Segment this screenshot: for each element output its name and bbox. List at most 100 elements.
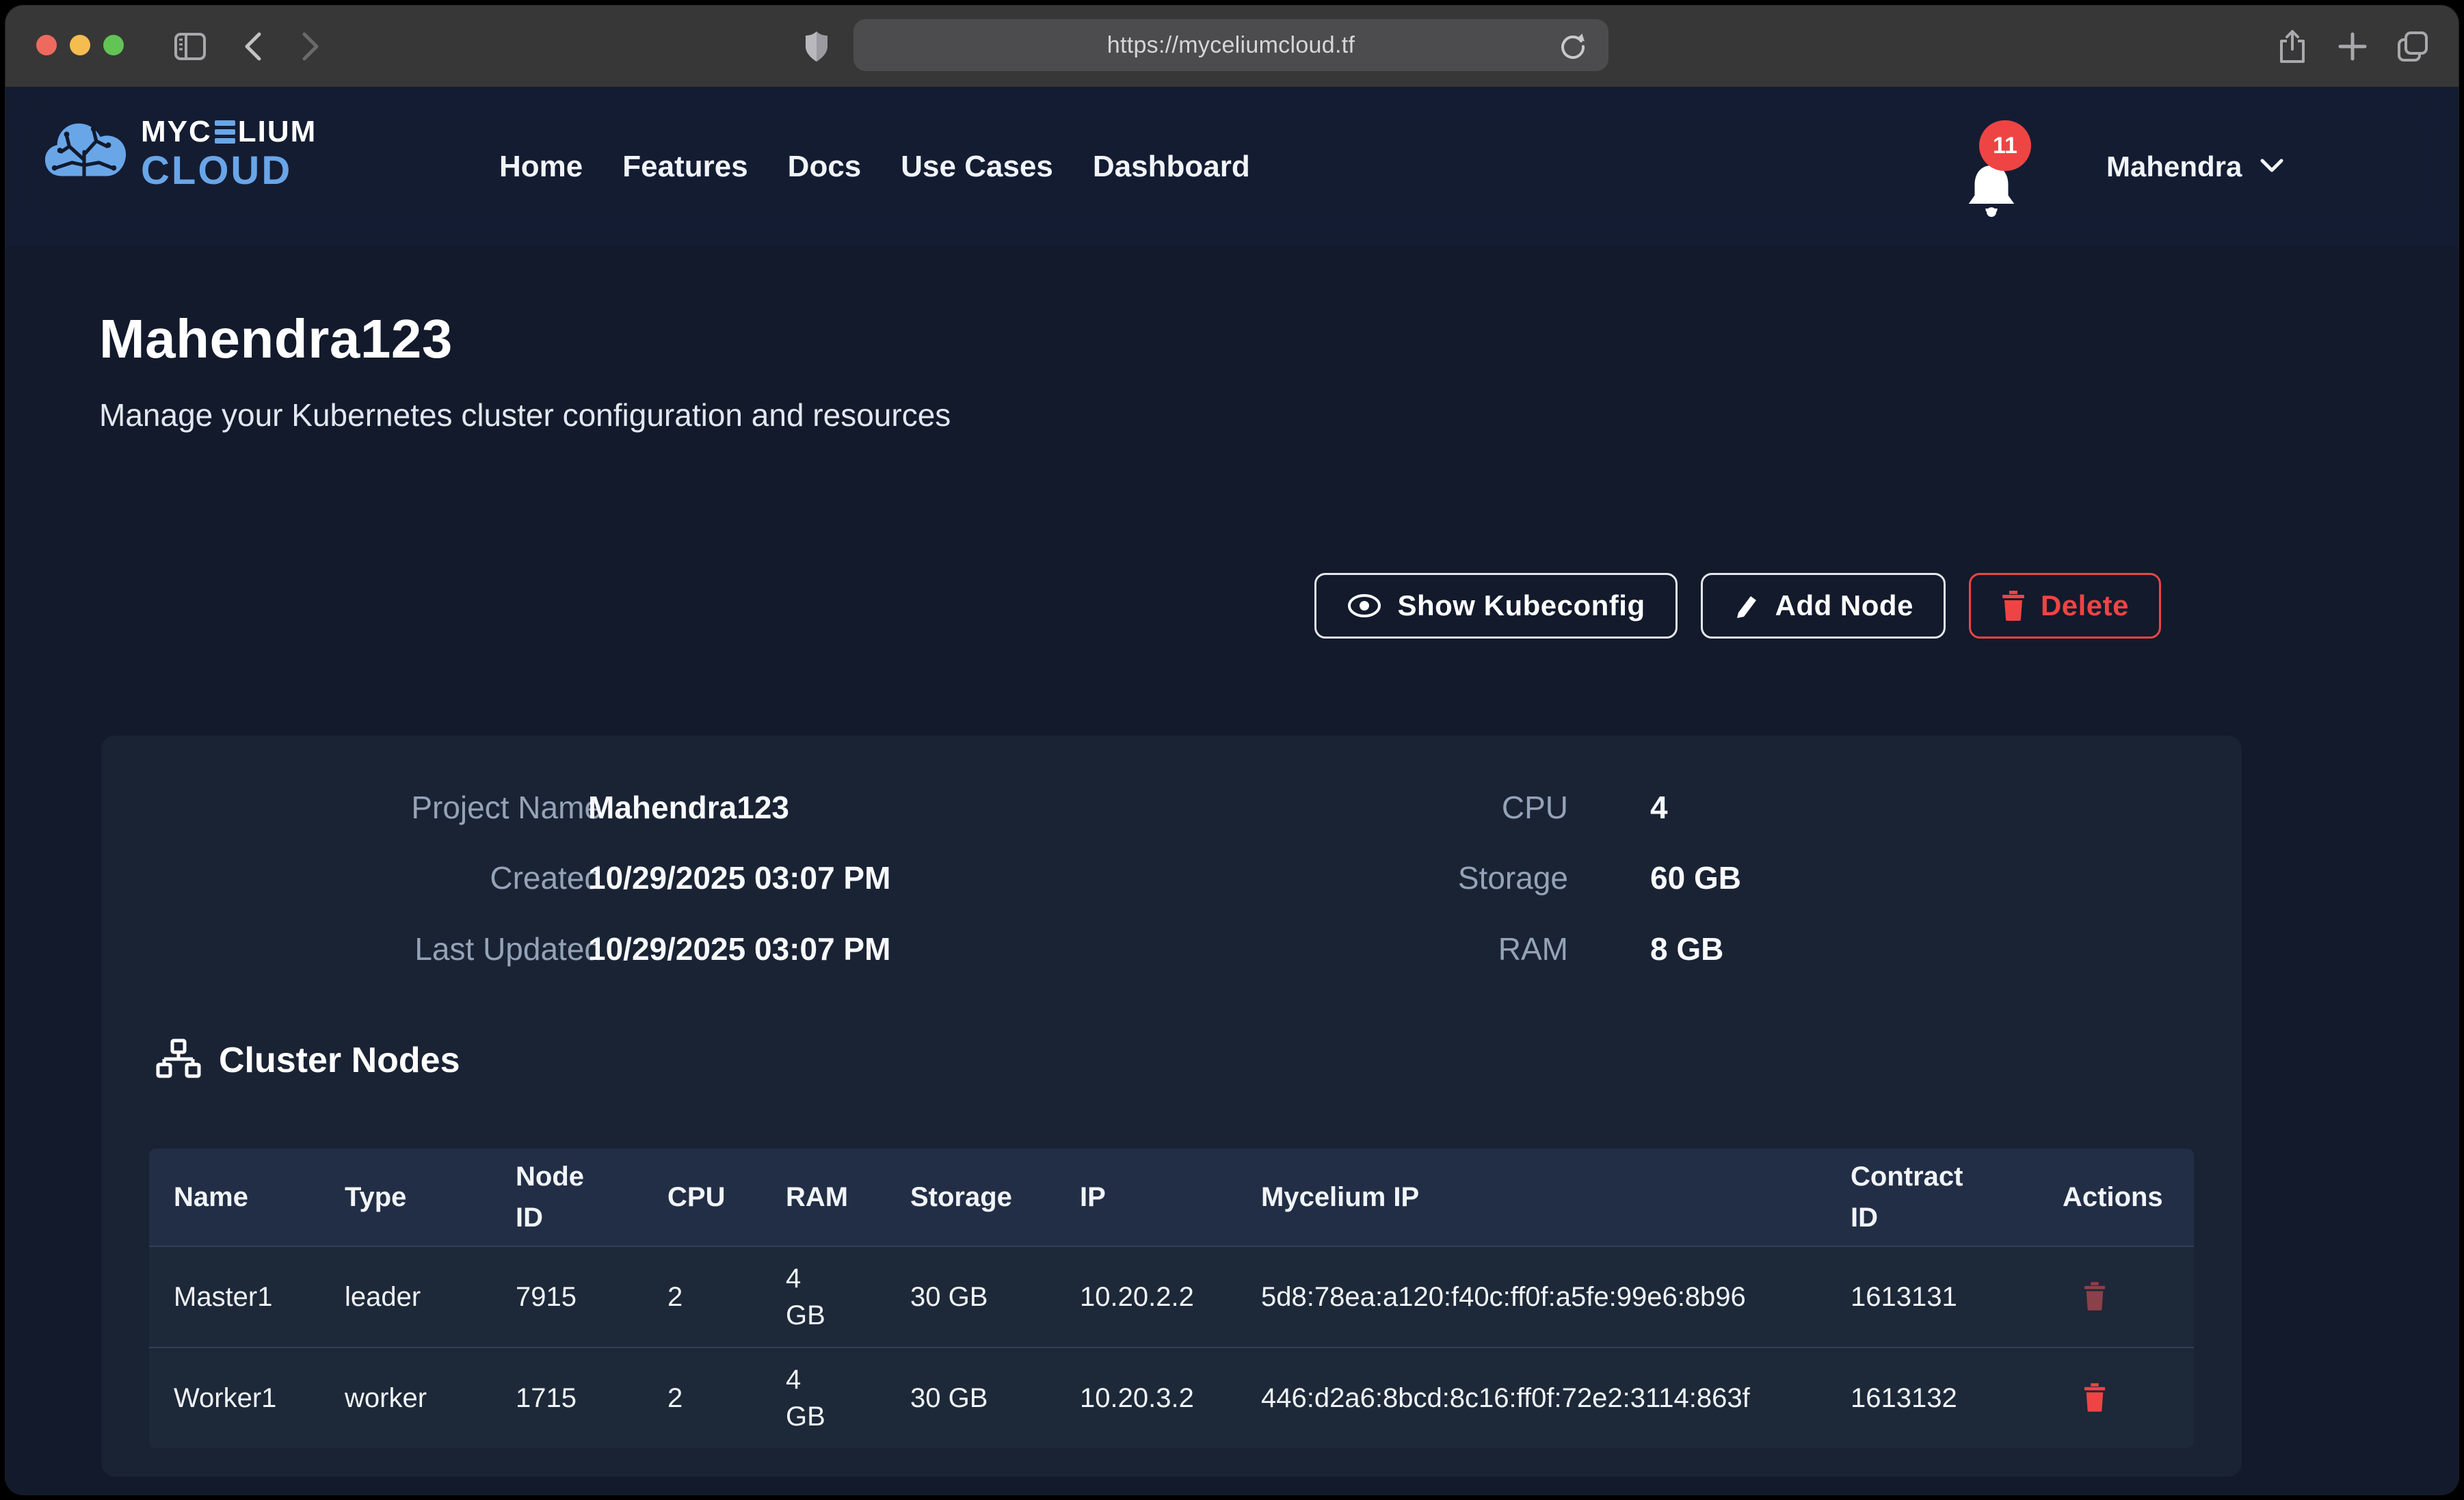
pencil-icon — [1733, 591, 1760, 621]
node-ip: 10.20.2.2 — [1055, 1247, 1236, 1347]
storage-value: 60 GB — [1650, 859, 1741, 896]
forward-button-icon[interactable] — [293, 29, 328, 64]
browser-chrome-bar: https://myceliumcloud.tf — [5, 5, 2459, 88]
col-name: Name — [149, 1149, 320, 1246]
col-node-id: Node ID — [491, 1149, 643, 1246]
col-type: Type — [320, 1149, 491, 1246]
node-type: worker — [320, 1348, 491, 1448]
col-actions: Actions — [2038, 1149, 2194, 1246]
web-page: Mahendra123 Manage your Kubernetes clust… — [5, 88, 2459, 1495]
col-ram: RAM — [761, 1149, 886, 1246]
user-name: Mahendra — [2106, 150, 2242, 183]
show-kubeconfig-label: Show Kubeconfig — [1397, 589, 1645, 622]
node-cpu: 2 — [643, 1247, 761, 1347]
add-node-button[interactable]: Add Node — [1701, 573, 1946, 639]
node-type: leader — [320, 1247, 491, 1347]
refresh-icon[interactable] — [1555, 29, 1591, 64]
nav-link-use-cases[interactable]: Use Cases — [901, 150, 1053, 184]
last-updated-label: Last Updated — [315, 930, 602, 967]
node-id: 1715 — [491, 1348, 643, 1448]
url-address-bar[interactable]: https://myceliumcloud.tf — [853, 19, 1608, 71]
storage-label: Storage — [1281, 859, 1568, 896]
col-ip: IP — [1055, 1149, 1236, 1246]
share-icon[interactable] — [2275, 29, 2310, 64]
node-contract-id: 1613132 — [1826, 1348, 2038, 1448]
page-content: Mahendra123 Manage your Kubernetes clust… — [5, 88, 2459, 1495]
node-ram: 4 GB — [761, 1247, 886, 1347]
col-cpu: CPU — [643, 1149, 761, 1246]
url-text: https://myceliumcloud.tf — [1107, 32, 1355, 59]
trash-icon — [2083, 1303, 2106, 1313]
chevron-down-icon — [2260, 157, 2284, 177]
nav-link-dashboard[interactable]: Dashboard — [1093, 150, 1250, 184]
node-mycelium-ip: 446:d2a6:8bcd:8c16:ff0f:72e2:3114:863f — [1236, 1348, 1826, 1448]
add-node-label: Add Node — [1775, 589, 1913, 622]
page-subtitle: Manage your Kubernetes cluster configura… — [99, 397, 951, 433]
page-title: Mahendra123 — [99, 308, 453, 371]
cpu-label: CPU — [1281, 789, 1568, 826]
ram-value: 8 GB — [1650, 930, 1723, 967]
cluster-details-panel: Project Name Mahendra123 Created 10/29/2… — [101, 736, 2242, 1477]
sidebar-toggle-icon[interactable] — [172, 29, 208, 64]
created-label: Created — [315, 859, 602, 896]
node-name: Worker1 — [149, 1348, 320, 1448]
brand-wordmark: MYCLIUM CLOUD — [141, 117, 317, 191]
col-mycelium-ip: Mycelium IP — [1236, 1149, 1826, 1246]
cluster-actions-row: Show Kubeconfig Add Node Delete — [5, 573, 2161, 639]
network-nodes-icon — [156, 1038, 201, 1082]
col-storage: Storage — [886, 1149, 1055, 1246]
screenshot-stage: https://myceliumcloud.tf Mahendra123 Man… — [0, 0, 2464, 1500]
node-actions — [2038, 1348, 2194, 1448]
trash-icon — [2001, 591, 2026, 621]
cluster-nodes-table: Name Type Node ID CPU RAM Storage IP Myc… — [149, 1149, 2194, 1448]
back-button-icon[interactable] — [235, 29, 271, 64]
ram-label: RAM — [1281, 930, 1568, 967]
brand-logo[interactable]: MYCLIUM CLOUD — [42, 113, 317, 193]
delete-cluster-button[interactable]: Delete — [1969, 573, 2161, 639]
created-value: 10/29/2025 03:07 PM — [588, 859, 890, 896]
show-kubeconfig-button[interactable]: Show Kubeconfig — [1314, 573, 1677, 639]
node-storage: 30 GB — [886, 1247, 1055, 1347]
cluster-nodes-title: Cluster Nodes — [219, 1040, 460, 1081]
node-name: Master1 — [149, 1247, 320, 1347]
mycelium-cloud-logo-icon — [42, 113, 129, 193]
brand-bottom-line: CLOUD — [141, 151, 317, 191]
notification-count-badge: 11 — [1979, 120, 2031, 171]
nav-link-docs[interactable]: Docs — [788, 150, 862, 184]
node-ip: 10.20.3.2 — [1055, 1348, 1236, 1448]
nav-link-features[interactable]: Features — [622, 150, 747, 184]
table-header-row: Name Type Node ID CPU RAM Storage IP Myc… — [149, 1149, 2194, 1246]
last-updated-value: 10/29/2025 03:07 PM — [588, 930, 890, 967]
site-navbar: MYCLIUM CLOUD Home Features Docs Use Cas… — [5, 88, 2459, 246]
col-contract-id: Contract ID — [1826, 1149, 2038, 1246]
eye-icon — [1347, 592, 1382, 619]
node-cpu: 2 — [643, 1348, 761, 1448]
minimize-window-button[interactable] — [70, 35, 90, 55]
trash-icon — [2083, 1404, 2106, 1415]
cluster-nodes-heading: Cluster Nodes — [156, 1038, 460, 1082]
node-contract-id: 1613131 — [1826, 1247, 2038, 1347]
new-tab-plus-icon[interactable] — [2335, 29, 2370, 64]
node-actions — [2038, 1247, 2194, 1347]
node-storage: 30 GB — [886, 1348, 1055, 1448]
node-mycelium-ip: 5d8:78ea:a120:f40c:ff0f:a5fe:99e6:8b96 — [1236, 1247, 1826, 1347]
browser-window: https://myceliumcloud.tf Mahendra123 Man… — [5, 5, 2459, 1495]
delete-node-button[interactable] — [2083, 1382, 2106, 1415]
tab-overview-icon[interactable] — [2395, 29, 2430, 64]
project-name-label: Project Name — [315, 789, 602, 826]
user-menu[interactable]: Mahendra — [2106, 88, 2284, 246]
delete-node-button[interactable] — [2083, 1281, 2106, 1313]
close-window-button[interactable] — [36, 35, 57, 55]
nav-link-home[interactable]: Home — [499, 150, 583, 184]
nav-links: Home Features Docs Use Cases Dashboard — [499, 88, 1250, 246]
table-row: Worker1 worker 1715 2 4 GB 30 GB 10.20.3… — [149, 1347, 2194, 1448]
node-id: 7915 — [491, 1247, 643, 1347]
node-ram: 4 GB — [761, 1348, 886, 1448]
project-name-value: Mahendra123 — [588, 789, 789, 826]
delete-label: Delete — [2041, 589, 2129, 622]
table-row: Master1 leader 7915 2 4 GB 30 GB 10.20.2… — [149, 1246, 2194, 1347]
cpu-value: 4 — [1650, 789, 1668, 826]
logo-e-bars-icon — [215, 120, 235, 144]
privacy-shield-icon[interactable] — [799, 29, 834, 64]
zoom-window-button[interactable] — [103, 35, 124, 55]
